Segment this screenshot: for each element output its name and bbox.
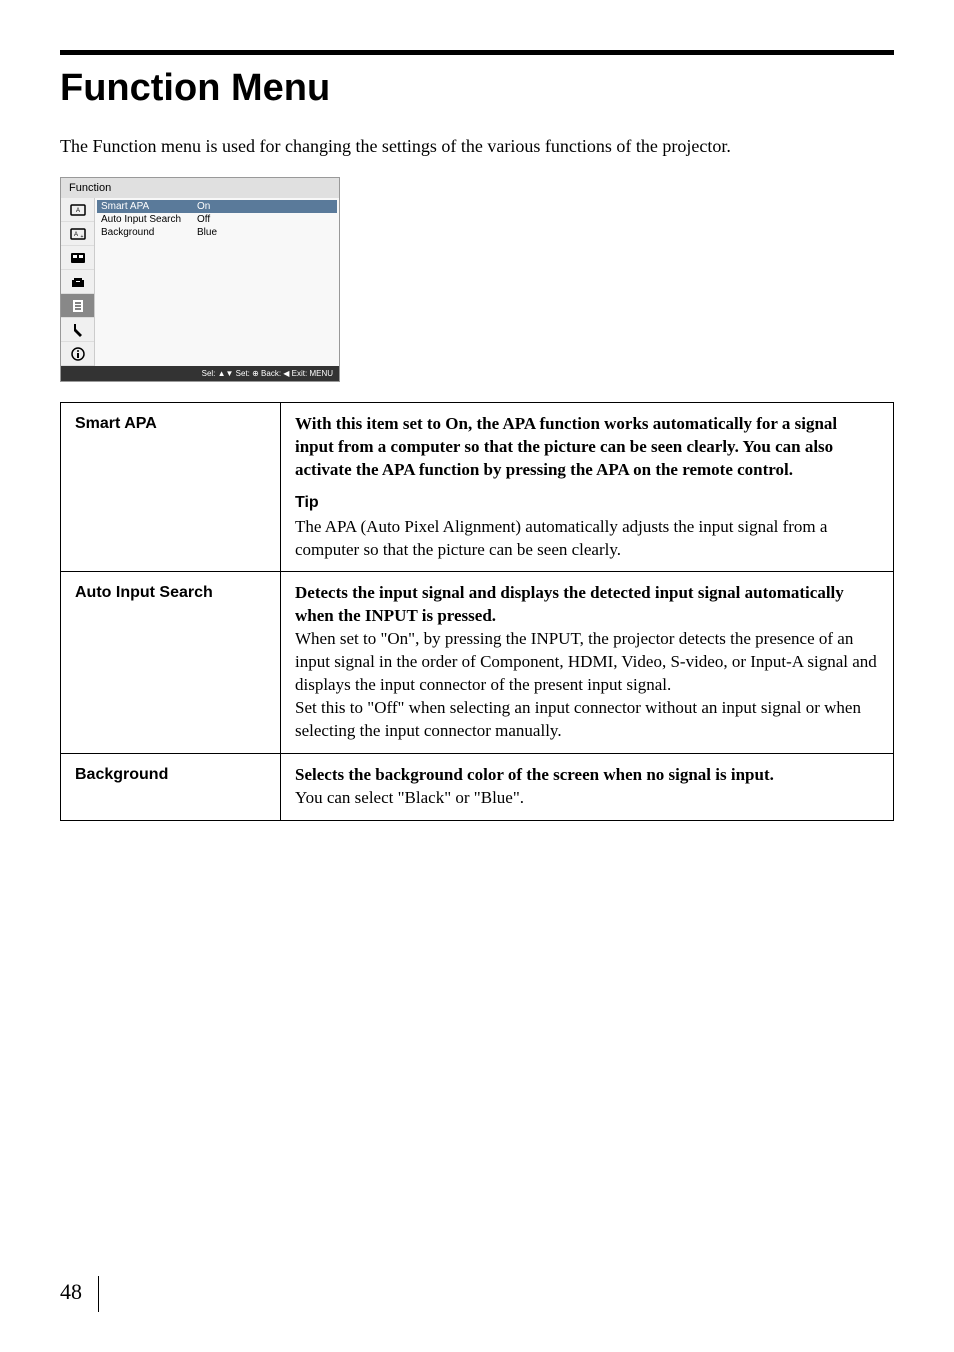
menu-row-value: Off — [197, 214, 333, 225]
table-row: Smart APA With this item set to On, the … — [61, 403, 894, 572]
menu-row-value: On — [197, 201, 333, 212]
advanced-picture-icon: A+ — [61, 222, 94, 246]
setting-bold-desc: Detects the input signal and displays th… — [295, 583, 844, 625]
menu-screenshot: Function A A+ — [60, 177, 340, 382]
setting-plain-desc: You can select "Black" or "Blue". — [295, 788, 524, 807]
menu-row: Background Blue — [97, 226, 337, 239]
menu-header: Function — [61, 178, 339, 198]
setting-bold-desc: Selects the background color of the scre… — [295, 765, 774, 784]
menu-row-label: Smart APA — [101, 201, 197, 212]
menu-row-value: Blue — [197, 227, 333, 238]
menu-row: Auto Input Search Off — [97, 213, 337, 226]
setting-name: Background — [61, 754, 281, 821]
svg-text:A: A — [75, 208, 79, 214]
function-icon — [61, 294, 94, 318]
menu-row: Smart APA On — [97, 200, 337, 213]
menu-row-label: Auto Input Search — [101, 214, 197, 225]
picture-icon: A — [61, 198, 94, 222]
svg-text:+: + — [80, 234, 83, 240]
tip-body: The APA (Auto Pixel Alignment) automatic… — [295, 517, 827, 559]
page-number-text: 48 — [60, 1279, 82, 1304]
table-row: Background Selects the background color … — [61, 754, 894, 821]
menu-footer: Sel: ▲▼ Set: ⊕ Back: ◀ Exit: MENU — [61, 366, 339, 381]
page-number: 48 — [60, 1276, 99, 1312]
section-rule — [60, 50, 894, 55]
settings-table: Smart APA With this item set to On, the … — [60, 402, 894, 821]
page-title: Function Menu — [60, 67, 894, 110]
installation-icon — [61, 318, 94, 342]
menu-row-label: Background — [101, 227, 197, 238]
setting-desc: Selects the background color of the scre… — [281, 754, 894, 821]
svg-text:A: A — [73, 232, 77, 238]
setup-icon — [61, 270, 94, 294]
screen-icon — [61, 246, 94, 270]
setting-plain-desc: When set to "On", by pressing the INPUT,… — [295, 629, 877, 740]
intro-text: The Function menu is used for changing t… — [60, 134, 894, 159]
setting-name: Smart APA — [61, 403, 281, 572]
setting-desc: With this item set to On, the APA functi… — [281, 403, 894, 572]
menu-sidebar: A A+ — [61, 198, 95, 366]
setting-bold-desc: With this item set to On, the APA functi… — [295, 414, 837, 479]
setting-desc: Detects the input signal and displays th… — [281, 572, 894, 754]
page-number-bar — [98, 1276, 99, 1312]
table-row: Auto Input Search Detects the input sign… — [61, 572, 894, 754]
menu-content: Smart APA On Auto Input Search Off Backg… — [95, 198, 339, 366]
setting-name: Auto Input Search — [61, 572, 281, 754]
information-icon — [61, 342, 94, 366]
tip-heading: Tip — [295, 492, 879, 514]
menu-body: A A+ Smart APA On — [61, 198, 339, 366]
